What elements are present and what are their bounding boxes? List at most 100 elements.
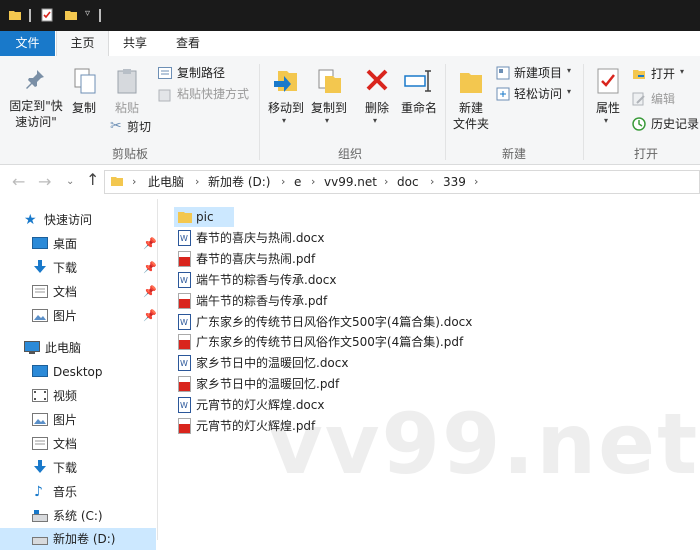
nav-downloads[interactable]: 下载 📌 (32, 257, 157, 279)
video-icon (32, 389, 48, 402)
tab-home[interactable]: 主页 (56, 31, 109, 57)
breadcrumb-chevron-icon[interactable]: › (430, 176, 434, 188)
move-to-button[interactable]: 移动到 ▾ (264, 64, 308, 126)
file-row[interactable]: W 春节的喜庆与热闹.docx (174, 228, 474, 248)
nav-this-pc[interactable]: 此电脑 (24, 337, 156, 359)
rename-icon (404, 70, 431, 92)
delete-button[interactable]: 删除 ▾ (360, 64, 394, 126)
nav-pictures[interactable]: 图片 📌 (32, 305, 157, 327)
edit-button[interactable]: 编辑 (632, 91, 700, 109)
copy-label: 复制 (71, 101, 96, 115)
tab-view[interactable]: 查看 (163, 31, 213, 56)
new-folder-icon[interactable] (64, 8, 78, 22)
file-row[interactable]: W 家乡节日中的温暖回忆.docx (174, 353, 474, 373)
properties-label: 属性 (595, 101, 620, 115)
nav-pc-desktop[interactable]: Desktop (32, 361, 156, 383)
cut-label: 剪切 (127, 120, 152, 134)
easy-access-button[interactable]: 轻松访问 ▾ (496, 86, 576, 104)
file-row[interactable]: 端午节的粽香与传承.pdf (174, 291, 474, 311)
breadcrumb-chevron-icon[interactable]: › (281, 176, 285, 188)
open-button[interactable]: 打开 ▾ (632, 66, 700, 84)
paste-icon (117, 69, 137, 94)
nav-pc-downloads[interactable]: 下载 (32, 457, 156, 479)
file-row[interactable]: 家乡节日中的温暖回忆.pdf (174, 374, 474, 394)
tab-share[interactable]: 共享 (110, 31, 160, 56)
copy-to-label: 复制到 (310, 101, 347, 115)
tab-file[interactable]: 文件 (0, 31, 55, 56)
breadcrumb-item[interactable]: e (294, 175, 301, 189)
new-item-button[interactable]: 新建项目 ▾ (496, 65, 576, 83)
pin-to-quick-access-button[interactable]: 固定到"快 速访问" (6, 64, 63, 136)
back-arrow-icon[interactable]: ← (12, 172, 25, 191)
file-name: 端午节的粽香与传承.docx (196, 273, 337, 287)
up-arrow-icon[interactable]: ↑ (86, 170, 99, 189)
properties-button[interactable]: 属性 ▾ (590, 64, 626, 126)
music-icon: ♪ (34, 484, 43, 500)
folder-row[interactable]: pic (174, 207, 234, 227)
breadcrumb-chevron-icon[interactable]: › (132, 176, 136, 188)
nav-pc-documents[interactable]: 文档 (32, 433, 156, 455)
nav-pc-pictures[interactable]: 图片 (32, 409, 156, 431)
download-icon (34, 260, 46, 273)
pdf-file-icon (178, 376, 191, 392)
breadcrumb-chevron-icon[interactable]: › (311, 176, 315, 188)
nav-label: 系统 (C:) (53, 509, 103, 523)
folder-icon (111, 177, 123, 186)
group-separator (259, 64, 260, 160)
folder-icon[interactable] (8, 8, 22, 22)
breadcrumb-item[interactable]: 此电脑 (148, 175, 184, 189)
nav-documents[interactable]: 文档 📌 (32, 281, 157, 303)
customize-toolbar-icon[interactable]: ▿ (85, 8, 90, 19)
breadcrumb-item[interactable]: doc (397, 175, 419, 189)
pdf-file-icon (178, 293, 191, 309)
nav-label: 下载 (53, 261, 78, 275)
open-label: 打开 (651, 67, 676, 81)
recent-locations-icon[interactable]: ⌄ (66, 176, 74, 187)
new-item-icon (496, 66, 510, 80)
paste-label: 粘贴 (114, 101, 139, 115)
open-icon (633, 70, 645, 79)
breadcrumb-item[interactable]: vv99.net (324, 175, 377, 189)
nav-music[interactable]: ♪ 音乐 (32, 481, 156, 503)
word-file-icon: W (178, 272, 191, 288)
breadcrumb-item[interactable]: 新加卷 (D:) (208, 175, 270, 189)
history-button[interactable]: 历史记录 (632, 116, 700, 134)
breadcrumb-chevron-icon[interactable]: › (474, 176, 478, 188)
cut-button[interactable]: ✂ 剪切 (110, 118, 170, 137)
easy-access-icon (496, 87, 510, 101)
paste-button[interactable]: 粘贴 (108, 64, 146, 124)
pin-label: 固定到"快 速访问" (9, 99, 63, 129)
breadcrumb-chevron-icon[interactable]: › (195, 176, 199, 188)
copy-to-button[interactable]: 复制到 ▾ (307, 64, 351, 126)
breadcrumb-chevron-icon[interactable]: › (384, 176, 388, 188)
properties-icon[interactable] (40, 8, 54, 22)
new-item-label: 新建项目 (514, 66, 563, 80)
nav-drive-c[interactable]: 系统 (C:) (32, 505, 156, 527)
file-name: 春节的喜庆与热闹.pdf (196, 252, 316, 266)
file-row[interactable]: 春节的喜庆与热闹.pdf (174, 249, 474, 269)
word-file-icon: W (178, 314, 191, 330)
forward-arrow-icon[interactable]: → (38, 172, 51, 191)
new-folder-button[interactable]: 新建 文件夹 (450, 64, 492, 136)
download-icon (34, 460, 46, 473)
copy-to-icon (318, 69, 341, 93)
dropdown-icon: ▾ (567, 66, 572, 75)
nav-label: 视频 (53, 389, 78, 403)
file-row[interactable]: 广东家乡的传统节日风俗作文500字(4篇合集).pdf (174, 332, 474, 352)
file-row[interactable]: W 广东家乡的传统节日风俗作文500字(4篇合集).docx (174, 312, 474, 332)
word-file-icon: W (178, 397, 191, 413)
file-name: 家乡节日中的温暖回忆.docx (196, 356, 349, 370)
svg-text:W: W (180, 276, 188, 285)
copy-path-button[interactable]: 复制路径 (158, 65, 258, 83)
nav-drive-d[interactable]: 新加卷 (D:) (0, 528, 156, 550)
rename-button[interactable]: 重命名 (398, 64, 440, 126)
file-row[interactable]: W 端午节的粽香与传承.docx (174, 270, 474, 290)
nav-quick-access[interactable]: ★ 快速访问 (24, 209, 156, 231)
breadcrumb-item[interactable]: 339 (443, 175, 466, 189)
nav-videos[interactable]: 视频 (32, 385, 156, 407)
desktop-icon (32, 365, 48, 377)
paste-shortcut-button[interactable]: 粘贴快捷方式 (158, 86, 258, 104)
nav-desktop[interactable]: 桌面 📌 (32, 233, 157, 255)
nav-label: 图片 (53, 309, 78, 323)
copy-button[interactable]: 复制 (66, 64, 102, 124)
